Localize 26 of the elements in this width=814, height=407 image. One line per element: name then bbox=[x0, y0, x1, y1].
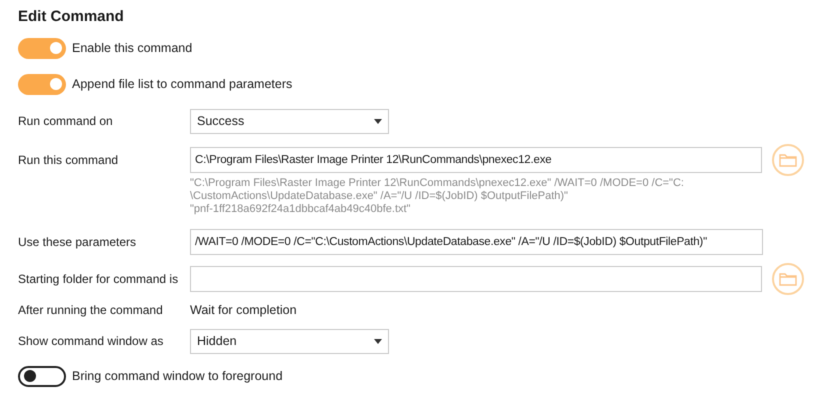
field-value: Wait for completion bbox=[190, 302, 297, 319]
field-label: Show command window as bbox=[18, 333, 164, 350]
field-label: Use these parameters bbox=[18, 234, 138, 251]
toggle-label: Append file list to command parameters bbox=[72, 76, 292, 93]
toggle-switch[interactable] bbox=[18, 74, 66, 94]
folder-icon bbox=[779, 153, 797, 167]
page-title: Edit Command bbox=[18, 7, 125, 26]
dropdown[interactable]: Success bbox=[190, 108, 389, 134]
folder-icon bbox=[779, 272, 797, 286]
browse-button[interactable] bbox=[772, 263, 804, 295]
text-field[interactable]: C:\Program Files\Raster Image Printer 12\RunCommands\pnexec12.exe bbox=[190, 147, 762, 173]
field-label: Run command on bbox=[18, 113, 114, 130]
field-label: After running the command bbox=[18, 302, 164, 319]
caret-icon bbox=[374, 338, 382, 344]
caret-icon bbox=[374, 118, 382, 124]
dropdown[interactable]: Hidden bbox=[190, 328, 389, 354]
toggle-label: Enable this command bbox=[72, 40, 192, 57]
toggle-label: Bring command window to foreground bbox=[72, 368, 283, 385]
toggle-switch[interactable] bbox=[18, 366, 66, 386]
field-label: Starting folder for command is bbox=[18, 271, 180, 288]
text-field[interactable] bbox=[190, 266, 762, 292]
command-preview: "C:\Program Files\Raster Image Printer 12\RunCommands\pnexec12.exe" /WAIT=0 /MODE=0 /C="C: \CustomActions\UpdateDatabase.exe" /A="/U /ID=$(JobID) $OutputFilePath)" "pnf-1ff218a692f24a1dbbcaf4ab49c40bfe.txt" bbox=[190, 177, 685, 216]
text-field[interactable]: /WAIT=0 /MODE=0 /C="C:\CustomActions\UpdateDatabase.exe" /A="/U /ID=$(JobID) $OutputFilePath)" bbox=[190, 229, 763, 255]
browse-button[interactable] bbox=[772, 144, 804, 176]
field-label: Run this command bbox=[18, 152, 120, 169]
toggle-switch[interactable] bbox=[18, 38, 66, 58]
